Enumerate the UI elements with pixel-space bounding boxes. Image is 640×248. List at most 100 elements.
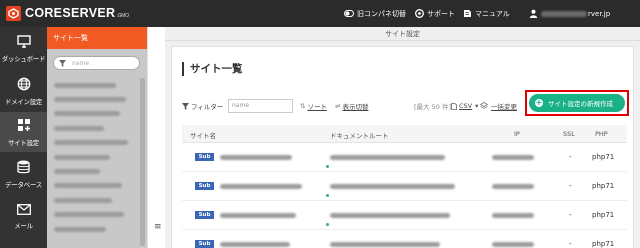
- user-icon: [529, 9, 538, 18]
- list-item[interactable]: [47, 208, 139, 222]
- display-toggle-link[interactable]: ⇄ 表示切替: [335, 99, 368, 113]
- new-site-button-label: サイト設定の新規作成: [548, 100, 613, 108]
- user-name-blurred: [541, 10, 587, 17]
- list-item[interactable]: [47, 179, 139, 193]
- ssl-value: -: [569, 153, 572, 161]
- document-root-blurred: [330, 242, 440, 247]
- new-site-button[interactable]: + サイト設定の新規作成: [529, 94, 625, 112]
- nav-domain-settings-label: ドメイン設定: [4, 97, 43, 106]
- list-item[interactable]: [47, 92, 139, 106]
- filter-icon: [59, 59, 66, 67]
- sidebar-search-placeholder: name: [72, 59, 90, 67]
- table-row[interactable]: Sub - php71: [182, 230, 627, 248]
- list-item[interactable]: [47, 164, 139, 178]
- ip-blurred: [492, 155, 534, 160]
- csv-dropdown[interactable]: CSV ▾: [451, 99, 478, 113]
- site-name-blurred[interactable]: [220, 184, 302, 189]
- support-icon: [415, 9, 424, 18]
- site-list: [47, 78, 139, 236]
- col-ip: IP: [514, 130, 520, 138]
- col-php: PHP: [595, 130, 608, 138]
- site-name-blurred[interactable]: [220, 242, 290, 247]
- filter-input[interactable]: name: [228, 99, 293, 113]
- list-item[interactable]: [47, 222, 139, 236]
- sort-link[interactable]: ⇅ ソート: [300, 99, 327, 113]
- list-item[interactable]: [47, 136, 139, 150]
- site-list-card: サイト一覧 フィルター name ⇅ ソート ⇄ 表示切替 [最大 50 件] …: [171, 46, 634, 248]
- ssl-value: -: [569, 182, 572, 190]
- site-name-blurred[interactable]: [220, 155, 292, 160]
- old-panel-label: 旧コンパネ切替: [357, 9, 406, 18]
- sort-icon: ⇅: [300, 102, 306, 110]
- batch-change-label: 一括変更: [491, 103, 517, 111]
- document-root-blurred: [330, 155, 445, 160]
- max-count-note: [最大 50 件]: [414, 103, 451, 111]
- display-toggle-icon: ⇄: [335, 102, 341, 110]
- batch-change-link[interactable]: 一括変更: [480, 99, 517, 113]
- brand-logo[interactable]: CORESERVER .GMO: [6, 4, 129, 22]
- main-area: サイト設定 サイト一覧 フィルター name ⇅ ソート ⇄ 表示切替 [最大 …: [165, 27, 640, 248]
- panel-splitter[interactable]: ≡: [147, 27, 165, 248]
- list-item[interactable]: [47, 78, 139, 92]
- site-list-sidebar: サイト一覧 name: [47, 27, 147, 248]
- manual-link[interactable]: マニュアル: [463, 8, 510, 19]
- nav-database[interactable]: データベース: [0, 154, 47, 194]
- document-root-blurred: [330, 184, 455, 189]
- ip-blurred: [492, 242, 534, 247]
- layers-icon: [480, 102, 488, 109]
- sidebar-title: サイト一覧: [47, 27, 147, 49]
- table-header: サイト名 ドキュメントルート IP SSL PHP: [182, 125, 627, 143]
- sidebar-scrollbar[interactable]: [140, 78, 145, 246]
- table-row[interactable]: Sub - php71: [182, 172, 627, 201]
- status-dot: [326, 165, 329, 168]
- nav-site-settings[interactable]: サイト設定: [0, 112, 47, 152]
- add-grid-icon: [17, 118, 30, 131]
- ip-blurred: [492, 184, 534, 189]
- col-ssl: SSL: [563, 130, 575, 138]
- table-row[interactable]: Sub - php71: [182, 201, 627, 230]
- support-link[interactable]: サポート: [415, 8, 455, 19]
- sub-badge: Sub: [195, 240, 214, 248]
- monitor-icon: [16, 35, 31, 48]
- top-bar: CORESERVER .GMO 旧コンパネ切替 サポート マニュアル rver.…: [0, 0, 640, 27]
- list-item[interactable]: [47, 193, 139, 207]
- nav-dashboard[interactable]: ダッシュボード: [0, 29, 47, 69]
- splitter-grip-icon[interactable]: ≡: [154, 222, 162, 232]
- book-icon: [464, 10, 471, 17]
- mail-icon: [16, 204, 31, 215]
- sub-badge: Sub: [195, 153, 214, 161]
- col-site-name: サイト名: [190, 132, 216, 140]
- user-menu[interactable]: rver.jp: [529, 8, 610, 19]
- csv-label: CSV: [459, 102, 473, 110]
- sidebar-search-input[interactable]: name: [53, 56, 140, 70]
- col-document-root: ドキュメントルート: [330, 132, 389, 140]
- status-dot: [326, 223, 329, 226]
- ssl-value: -: [569, 240, 572, 248]
- window-title: サイト設定: [165, 27, 640, 41]
- list-item[interactable]: [47, 121, 139, 135]
- filter-icon: [182, 102, 189, 110]
- nav-domain-settings[interactable]: ドメイン設定: [0, 71, 47, 111]
- nav-database-label: データベース: [5, 180, 42, 189]
- main-nav-rail: ダッシュボード ドメイン設定 サイト設定 データベース メール: [0, 27, 47, 248]
- ip-blurred: [492, 213, 534, 218]
- list-item[interactable]: [47, 107, 139, 121]
- list-item[interactable]: [47, 150, 139, 164]
- document-icon: [451, 102, 457, 110]
- filter-control[interactable]: フィルター: [182, 99, 223, 113]
- page-title: サイト一覧: [182, 62, 243, 76]
- ssl-value: -: [569, 211, 572, 219]
- php-value: php71: [592, 211, 615, 219]
- old-panel-toggle[interactable]: 旧コンパネ切替: [344, 8, 406, 19]
- php-value: php71: [592, 153, 615, 161]
- site-name-blurred[interactable]: [220, 213, 296, 218]
- nav-dashboard-label: ダッシュボード: [1, 55, 46, 63]
- nav-mail-label: メール: [14, 222, 33, 230]
- brand-sub: .GMO: [116, 12, 129, 19]
- sub-badge: Sub: [195, 182, 214, 190]
- php-value: php71: [592, 182, 615, 190]
- status-dot: [326, 194, 329, 197]
- nav-mail[interactable]: メール: [0, 197, 47, 237]
- table-row[interactable]: Sub - php71: [182, 143, 627, 172]
- document-root-blurred: [330, 213, 450, 218]
